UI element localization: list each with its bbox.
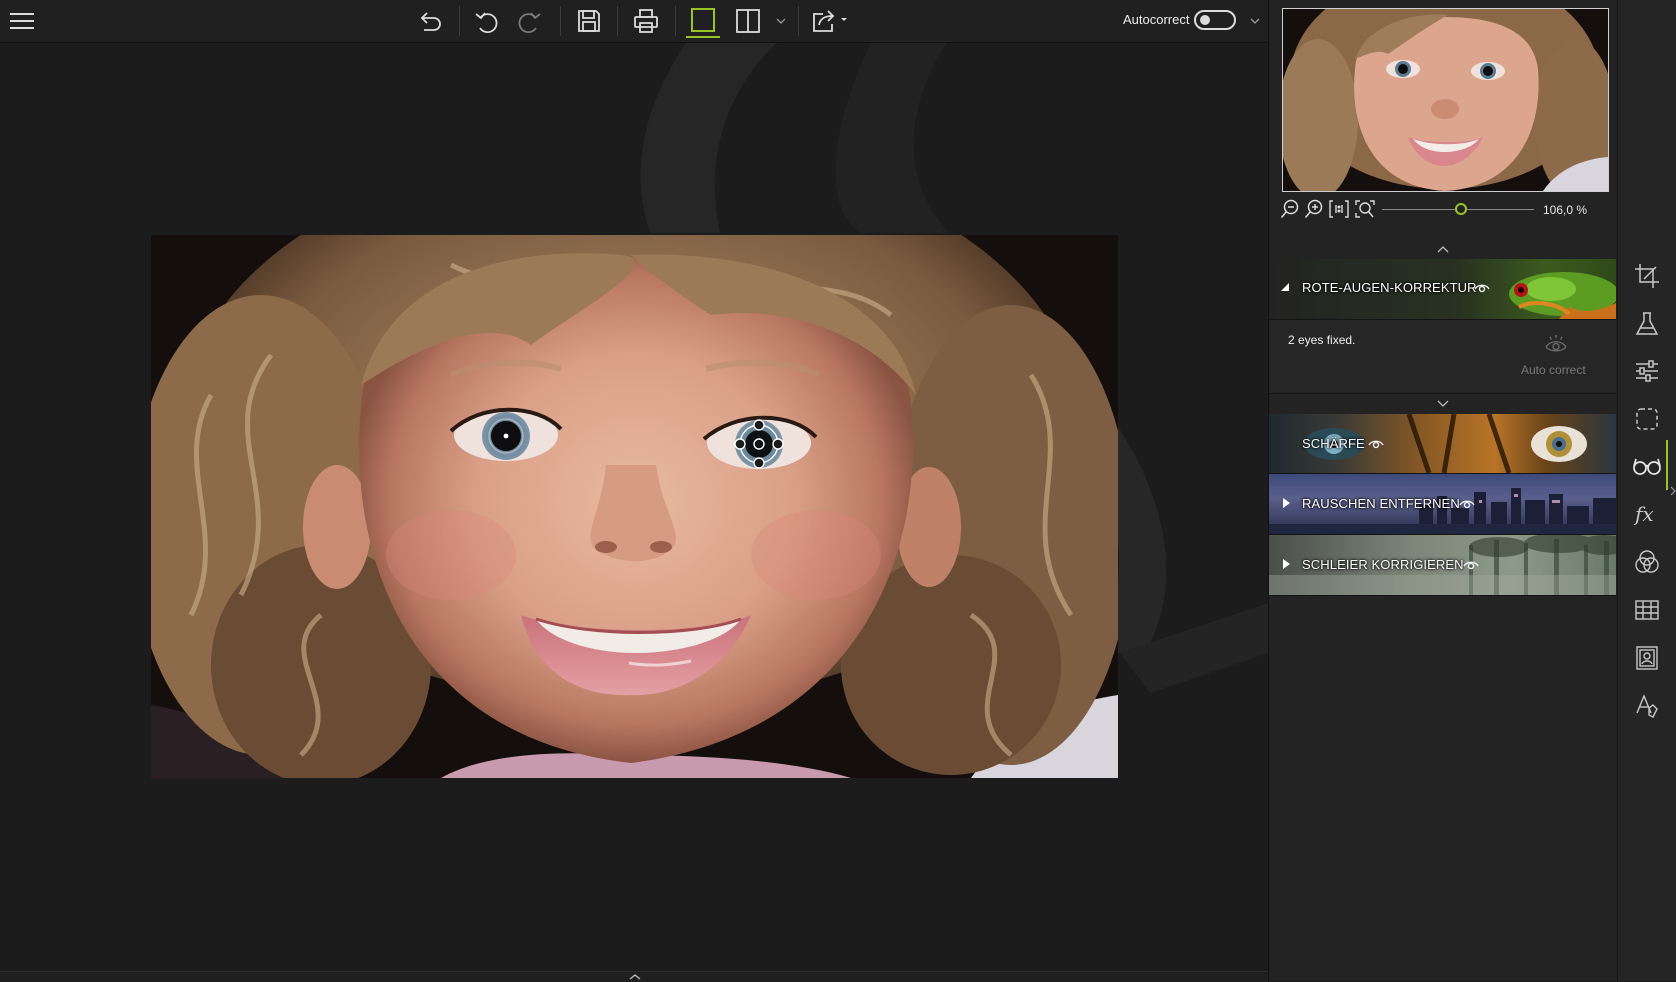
navigator-thumbnail[interactable] (1282, 8, 1609, 192)
collapsed-triangle-icon (1283, 559, 1290, 569)
autocorrect-dropdown-icon[interactable] (1247, 11, 1263, 31)
chevron-down-icon[interactable] (1434, 397, 1452, 409)
zoom-fit-icon[interactable] (1353, 198, 1377, 220)
collapsed-triangle-icon (1283, 498, 1290, 508)
visibility-eye-icon[interactable] (1462, 557, 1480, 573)
autocorrect-label: Autocorrect (1123, 12, 1190, 27)
fx-icon[interactable]: fx (1632, 500, 1662, 528)
zoom-actual-size-icon[interactable] (1327, 198, 1351, 220)
visibility-eye-icon[interactable] (1367, 436, 1385, 452)
section-red-eye-body: 2 eyes fixed. Auto correct (1269, 320, 1616, 394)
adjust-sliders-icon[interactable] (1632, 357, 1662, 385)
active-tool-indicator (1666, 440, 1668, 490)
auto-correct-label[interactable]: Auto correct (1521, 363, 1586, 377)
zoom-slider-knob[interactable] (1455, 203, 1467, 215)
expand-panel-icon[interactable] (1669, 484, 1676, 498)
section-red-eye-header[interactable]: ROTE-AUGEN-KORREKTUR (1269, 259, 1616, 320)
section-sharpness-header[interactable]: SCHÄRFE (1269, 414, 1616, 474)
visibility-eye-icon[interactable] (1473, 280, 1491, 296)
auto-correct-eye-icon[interactable] (1542, 332, 1570, 356)
collapse-up-icon[interactable] (1434, 243, 1452, 255)
bottom-bar (0, 971, 1268, 982)
zoom-value: 106,0 % (1543, 203, 1588, 217)
chevron-down-icon[interactable] (772, 10, 790, 32)
menu-icon[interactable] (6, 6, 38, 36)
section-haze-header[interactable]: SCHLEIER KORRIGIEREN (1269, 535, 1616, 596)
print-icon[interactable] (630, 5, 662, 37)
toggle-knob (1200, 15, 1210, 25)
top-toolbar: Autocorrect (0, 0, 1268, 43)
portrait-frame-icon[interactable] (1632, 644, 1662, 672)
section-haze-title: SCHLEIER KORRIGIEREN (1302, 557, 1464, 572)
svg-text:fx: fx (1633, 502, 1654, 526)
color-circles-icon[interactable] (1632, 548, 1662, 576)
tool-strip: fx (1617, 0, 1676, 981)
right-panel: 106,0 % ROTE-AUGEN-KORREKTUR 2 eyes fixe… (1268, 0, 1617, 981)
texture-grid-icon[interactable] (1632, 596, 1662, 624)
photo[interactable] (151, 235, 1118, 778)
red-eye-glasses-icon[interactable] (1630, 452, 1664, 480)
split-view-icon[interactable] (732, 5, 764, 37)
section-noise-header[interactable]: RAUSCHEN ENTFERNEN (1269, 474, 1616, 535)
zoom-in-icon[interactable] (1303, 198, 1325, 220)
flask-icon[interactable] (1632, 310, 1662, 338)
crop-icon[interactable] (1632, 262, 1662, 290)
red-eye-status: 2 eyes fixed. (1288, 333, 1356, 347)
image-canvas[interactable] (0, 43, 1268, 971)
section-sharpness-title: SCHÄRFE (1302, 436, 1365, 451)
zoom-slider[interactable] (1382, 203, 1534, 217)
undo-all-icon[interactable] (414, 5, 446, 37)
single-view-icon[interactable] (686, 4, 720, 38)
save-icon[interactable] (573, 5, 605, 37)
share-icon[interactable] (808, 5, 852, 37)
redo-icon[interactable] (514, 5, 546, 37)
autocorrect-toggle[interactable] (1194, 10, 1236, 30)
visibility-eye-icon[interactable] (1458, 496, 1476, 512)
selection-icon[interactable] (1632, 405, 1662, 433)
section-red-eye-title: ROTE-AUGEN-KORREKTUR (1302, 280, 1477, 295)
section-noise-title: RAUSCHEN ENTFERNEN (1302, 496, 1460, 511)
text-icon[interactable] (1632, 692, 1662, 720)
undo-icon[interactable] (470, 5, 502, 37)
zoom-out-icon[interactable] (1279, 198, 1301, 220)
